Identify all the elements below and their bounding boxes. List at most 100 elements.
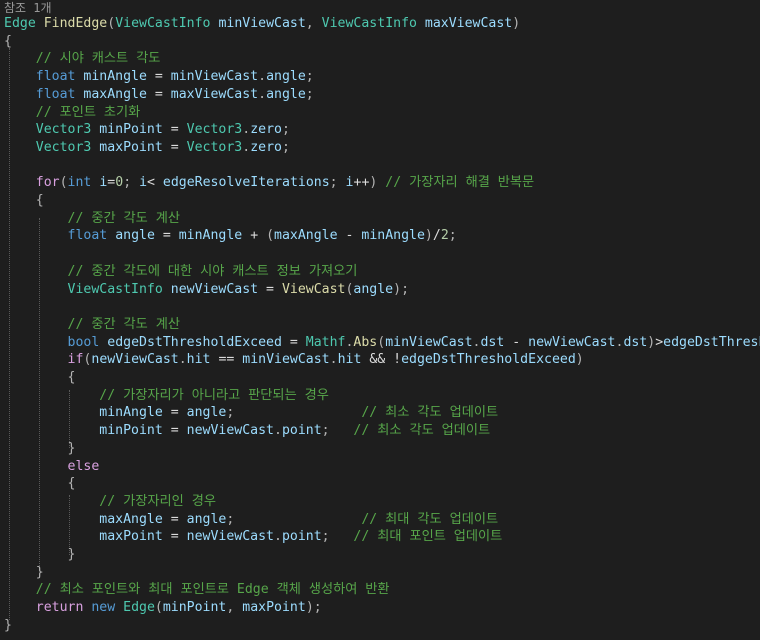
identifier-token: newViewCast xyxy=(528,334,616,350)
code-line[interactable]: { xyxy=(4,192,44,210)
control-keyword-token: else xyxy=(67,458,100,474)
code-line[interactable]: { xyxy=(4,33,12,51)
identifier-token: zero xyxy=(250,122,282,138)
code-line[interactable]: Vector3 minPoint = Vector3.zero; xyxy=(4,121,290,139)
code-line[interactable]: maxPoint = newViewCast.point; // 최대 포인트 … xyxy=(4,528,502,546)
code-line[interactable]: // 중간 각도에 대한 시야 캐스트 정보 가져오기 xyxy=(4,263,358,281)
code-line[interactable]: minPoint = newViewCast.point; // 최소 각도 업… xyxy=(4,422,490,440)
punctuation-token: ; xyxy=(305,69,314,85)
comment-token: // 가장자리가 아니라고 판단되는 경우 xyxy=(99,387,329,403)
code-line[interactable]: // 시야 캐스트 각도 xyxy=(4,50,161,68)
code-line[interactable]: maxAngle = angle; // 최대 각도 업데이트 xyxy=(4,511,498,529)
text-token: == xyxy=(210,352,243,368)
code-line[interactable]: { xyxy=(4,475,76,493)
code-line[interactable]: } xyxy=(4,546,76,564)
code-line[interactable]: // 포인트 초기화 xyxy=(4,104,141,122)
keyword-token: float xyxy=(67,228,108,244)
function-token: FindEdge xyxy=(43,16,108,31)
references-codelens[interactable]: 참조 1개 xyxy=(4,0,52,16)
code-line[interactable]: float minAngle = minViewCast.angle; xyxy=(4,68,314,86)
code-line[interactable]: Vector3 maxPoint = Vector3.zero; xyxy=(4,139,290,157)
punctuation-token: ) xyxy=(575,352,584,368)
text-token: / xyxy=(432,228,441,244)
code-line[interactable]: ViewCastInfo newViewCast = ViewCast(angl… xyxy=(4,281,409,299)
code-line[interactable]: return new Edge(minPoint, maxPoint); xyxy=(4,599,322,617)
comment-token: // 가장자리 해결 반복문 xyxy=(385,175,535,191)
punctuation-token: ; xyxy=(329,175,346,191)
punctuation-token: { xyxy=(35,193,44,208)
keyword-token: float xyxy=(35,86,76,102)
code-line[interactable]: // 중간 각도 계산 xyxy=(4,316,181,334)
code-line[interactable]: // 중간 각도 계산 xyxy=(4,210,181,228)
keyword-token: float xyxy=(35,69,76,85)
keyword-token: new xyxy=(91,600,116,616)
type-token: ViewCastInfo xyxy=(321,16,417,31)
punctuation-token: . xyxy=(178,352,187,368)
comment-token: // 최대 포인트 업데이트 xyxy=(353,529,503,545)
code-line[interactable]: minAngle = angle; // 최소 각도 업데이트 xyxy=(4,404,498,422)
identifier-token: maxAngle xyxy=(274,228,338,244)
control-keyword-token: for xyxy=(35,175,60,191)
punctuation-token: ) xyxy=(512,16,521,31)
control-keyword-token: return xyxy=(35,600,84,616)
type-token: Vector3 xyxy=(186,139,243,155)
code-line[interactable]: for(int i=0; i< edgeResolveIterations; i… xyxy=(4,174,534,192)
comment-token: // 중간 각도 계산 xyxy=(67,210,181,226)
text-token: ++ xyxy=(353,175,370,191)
identifier-token: angle xyxy=(115,228,155,244)
identifier-token: point xyxy=(281,529,322,545)
code-line[interactable]: float angle = minAngle + (maxAngle - min… xyxy=(4,227,457,245)
code-line[interactable]: } xyxy=(4,440,76,458)
punctuation-token: ; xyxy=(448,228,457,244)
code-line[interactable]: } xyxy=(4,617,12,635)
code-editor[interactable]: 참조 1개 Edge FindEdge(ViewCastInfo minView… xyxy=(0,0,760,640)
code-line[interactable]: } xyxy=(4,564,44,582)
punctuation-token: . xyxy=(242,122,251,138)
text-token: && ! xyxy=(361,352,402,368)
code-line[interactable]: bool edgeDstThresholdExceed = Mathf.Abs(… xyxy=(4,334,760,352)
identifier-token: maxAngle xyxy=(83,86,147,102)
text-token: = xyxy=(162,511,187,527)
code-line[interactable]: Edge FindEdge(ViewCastInfo minViewCast, … xyxy=(4,15,520,33)
code-line[interactable]: float maxAngle = maxViewCast.angle; xyxy=(4,86,314,104)
identifier-token: minViewCast xyxy=(218,16,306,31)
identifier-token: dst xyxy=(480,334,505,350)
punctuation-token: ); xyxy=(393,281,410,297)
code-line[interactable]: else xyxy=(4,458,100,476)
punctuation-token: ( xyxy=(154,600,163,616)
identifier-token: angle xyxy=(186,405,227,421)
type-token: Edge xyxy=(4,16,36,31)
identifier-token: maxPoint xyxy=(242,600,306,616)
code-line[interactable]: if(newViewCast.hit == minViewCast.hit &&… xyxy=(4,351,584,369)
identifier-token: maxAngle xyxy=(99,511,163,527)
identifier-token: maxPoint xyxy=(99,139,163,155)
comment-token: // 최소 각도 업데이트 xyxy=(361,405,499,421)
punctuation-token: ( xyxy=(377,334,386,350)
code-line[interactable]: // 가장자리인 경우 xyxy=(4,493,216,511)
identifier-token: i xyxy=(139,175,148,191)
punctuation-token: } xyxy=(67,440,76,456)
text-token: = xyxy=(162,139,187,155)
comment-token: // 가장자리인 경우 xyxy=(99,493,216,509)
identifier-token: minViewCast xyxy=(385,334,473,350)
code-line[interactable]: // 최소 포인트와 최대 포인트로 Edge 객체 생성하여 반환 xyxy=(4,581,390,599)
code-line[interactable]: { xyxy=(4,369,76,387)
code-line[interactable]: // 가장자리가 아니라고 판단되는 경우 xyxy=(4,387,329,405)
